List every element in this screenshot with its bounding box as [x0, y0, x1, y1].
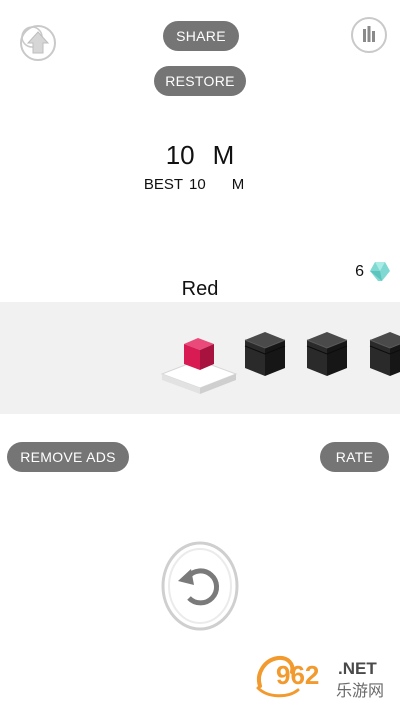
watermark-logo: 962 .NET 乐游网	[254, 652, 392, 704]
home-button[interactable]	[20, 25, 56, 61]
current-distance: 10 M	[0, 140, 400, 171]
replay-icon	[161, 541, 239, 631]
replay-button[interactable]	[161, 541, 239, 631]
current-distance-value: 10	[165, 140, 195, 170]
skin-item-locked[interactable]	[366, 324, 400, 384]
skin-item-red[interactable]	[160, 330, 240, 400]
home-icon	[21, 26, 50, 54]
skin-item-locked[interactable]	[303, 324, 351, 384]
watermark-logo-icon: 962 .NET 乐游网	[256, 655, 384, 700]
share-button[interactable]: SHARE	[163, 21, 239, 51]
best-distance-value: 10	[189, 176, 206, 193]
best-distance-unit: M	[231, 176, 245, 193]
watermark-tld: .NET	[338, 659, 377, 678]
restore-button[interactable]: RESTORE	[154, 66, 246, 96]
watermark-cn: 乐游网	[336, 681, 384, 700]
leaderboard-icon	[363, 26, 375, 42]
best-distance: BEST 10 M	[0, 176, 394, 193]
skin-item-locked[interactable]	[241, 324, 289, 384]
game-menu-screen: SHARE RESTORE 10 M BEST 10 M 6 Red REMOV…	[0, 0, 400, 710]
skin-carousel[interactable]	[0, 302, 400, 414]
gem-icon	[370, 262, 390, 281]
gem-count: 6	[355, 263, 364, 280]
watermark-number: 962	[276, 660, 319, 690]
remove-ads-button[interactable]: REMOVE ADS	[7, 442, 129, 472]
rate-button[interactable]: RATE	[320, 442, 389, 472]
best-label: BEST	[143, 176, 183, 193]
leaderboard-button[interactable]	[351, 17, 387, 53]
current-distance-unit: M	[212, 140, 235, 170]
selected-skin-name: Red	[181, 278, 219, 300]
